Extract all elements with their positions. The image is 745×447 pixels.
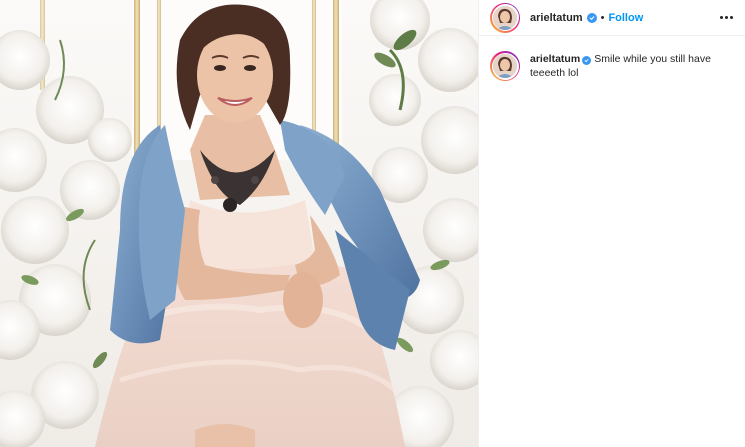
instagram-post: arieltatum • Follow arieltatum Smile whi…	[0, 0, 745, 447]
avatar	[493, 54, 517, 78]
verified-badge-icon	[586, 12, 597, 23]
more-options-icon[interactable]	[716, 12, 733, 23]
avatar	[493, 5, 517, 30]
post-image[interactable]	[0, 0, 478, 447]
post-side-panel: arieltatum • Follow arieltatum Smile whi…	[478, 0, 745, 447]
header-username[interactable]: arieltatum	[530, 12, 583, 24]
caption-avatar[interactable]	[490, 51, 520, 81]
verified-badge-icon	[582, 56, 592, 65]
header-avatar[interactable]	[490, 2, 520, 33]
caption-username[interactable]: arieltatum	[530, 53, 580, 65]
caption-text-block: arieltatum Smile while you still have tee…	[530, 52, 720, 80]
follow-button[interactable]: Follow	[608, 12, 643, 24]
post-caption: arieltatum Smile while you still have tee…	[479, 36, 745, 81]
post-header: arieltatum • Follow	[479, 0, 745, 36]
header-separator: •	[600, 11, 605, 24]
